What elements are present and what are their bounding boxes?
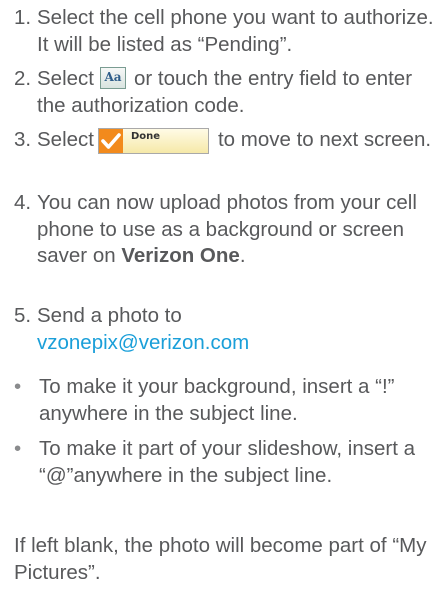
step-3: 3. Select Done to move to next screen. <box>14 127 437 154</box>
step-5: 5. Send a photo to vzonepix@verizon.com <box>14 303 437 356</box>
step-number: 2. <box>14 67 32 90</box>
footer-note: If left blank, the photo will become par… <box>14 534 427 584</box>
step-text: You can now upload photos from your cell… <box>37 190 437 270</box>
step-1: 1. Select the cell phone you want to aut… <box>14 5 437 58</box>
instructions-page: 1. Select the cell phone you want to aut… <box>0 0 441 614</box>
bullet-text: To make it your background, insert a “!”… <box>39 375 395 425</box>
step-number: 4. <box>14 191 32 214</box>
step-4: 4. You can now upload photos from your c… <box>14 190 437 270</box>
email-link[interactable]: vzonepix@verizon.com <box>37 331 249 354</box>
step-text: Select the cell phone you want to author… <box>37 6 434 56</box>
step-text-pre: Select <box>37 67 94 90</box>
bullet-mark: • <box>14 437 22 460</box>
done-button[interactable]: Done <box>97 128 209 154</box>
aa-keyboard-icon[interactable]: Aa <box>99 67 126 89</box>
step-text-pre: Select <box>37 128 94 151</box>
bullet-1: • To make it your background, insert a “… <box>14 374 437 427</box>
step-2: 2. Select Aa or touch the entry field to e… <box>14 66 437 119</box>
step-text: Select Done to move to next screen. <box>37 127 437 154</box>
step-text-period: . <box>239 244 246 267</box>
bullet-mark: • <box>14 375 22 398</box>
step-number: 3. <box>14 128 32 151</box>
step-text-post: to move to next screen. <box>217 128 432 151</box>
step-number: 1. <box>14 6 32 29</box>
step-text: Select Aa or touch the entry field to ente… <box>37 66 437 119</box>
step-text-body: Send a photo to <box>37 304 182 327</box>
bullet-text: To make it part of your slideshow, inser… <box>39 437 416 487</box>
bullet-2: • To make it part of your slideshow, ins… <box>14 436 437 489</box>
done-button-label: Done <box>130 131 161 142</box>
checkmark-icon <box>98 129 123 153</box>
step-text: Send a photo to vzonepix@verizon.com <box>37 303 437 356</box>
step-number: 5. <box>14 304 32 327</box>
product-name: Verizon One <box>121 244 240 267</box>
